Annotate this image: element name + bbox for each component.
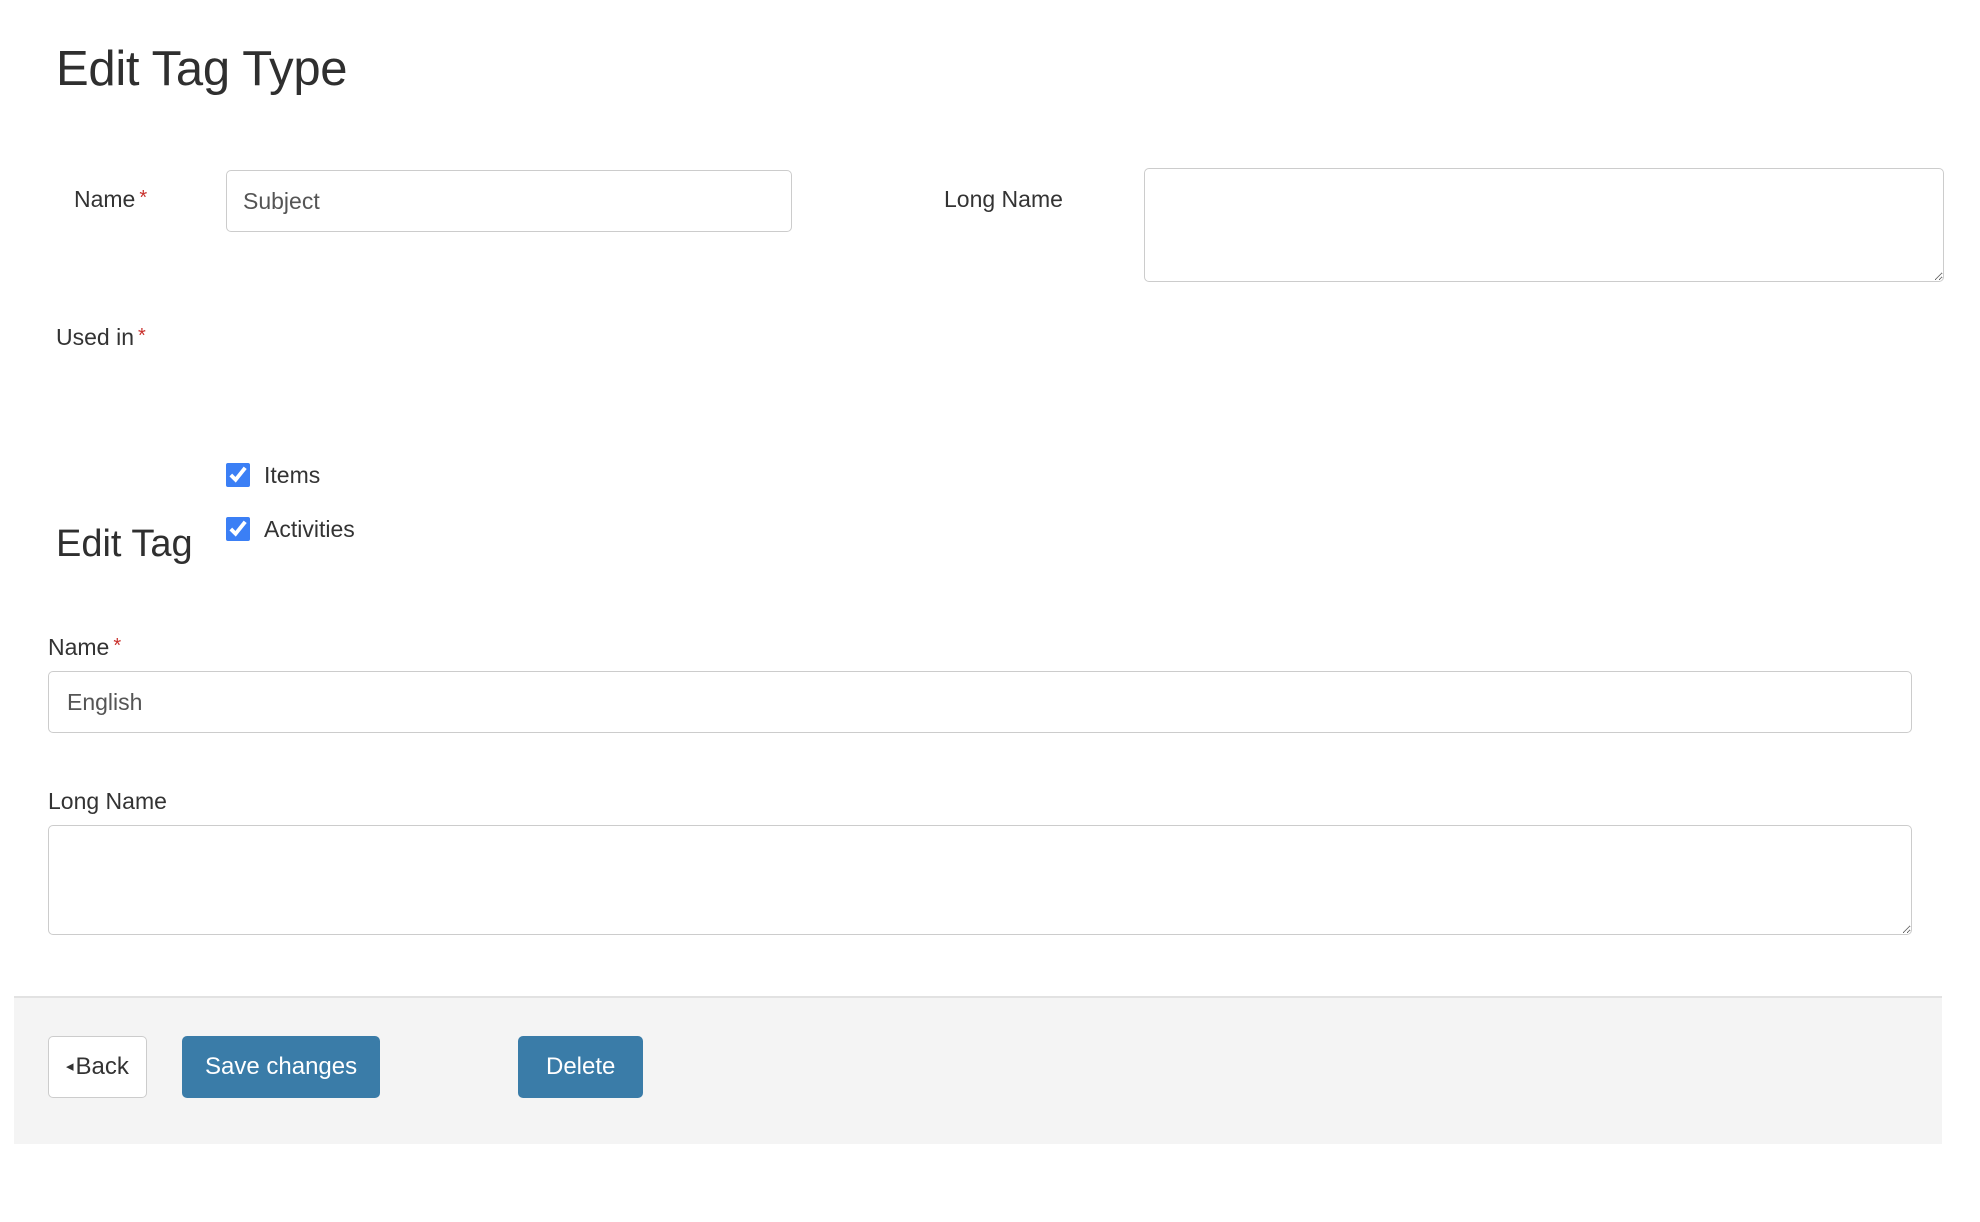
used-in-activities-label[interactable]: Activities — [264, 516, 355, 543]
used-in-label: Used in * — [56, 324, 146, 351]
used-in-checkbox-group: Items Activities — [226, 448, 355, 556]
tag-long-name-label-text: Long Name — [48, 788, 167, 814]
back-arrow-icon-bottom: ◂ — [66, 1057, 74, 1075]
edit-tag-section-title: Edit Tag — [56, 523, 193, 565]
tag-name-required-asterisk: * — [113, 635, 122, 657]
used-in-option-items[interactable]: Items — [226, 448, 355, 502]
tag-name-input[interactable] — [48, 671, 1912, 733]
footer-action-bar: ◂ Back Save changes Delete — [14, 996, 1942, 1144]
used-in-required-asterisk: * — [137, 325, 146, 347]
back-button-bottom-label: Back — [75, 1053, 129, 1080]
tag-type-name-required-asterisk: * — [139, 187, 148, 209]
tag-type-name-input[interactable] — [226, 170, 792, 232]
tag-long-name-label: Long Name — [48, 788, 1912, 815]
used-in-items-label[interactable]: Items — [264, 462, 320, 489]
used-in-option-activities[interactable]: Activities — [226, 502, 355, 556]
tag-long-name-field-block: Long Name — [48, 788, 1912, 935]
used-in-items-checkbox[interactable] — [226, 463, 250, 487]
tag-type-name-label: Name * — [74, 186, 147, 213]
page-header: Edit Tag Type ◂ Back Save Delete — [0, 0, 1980, 130]
tag-type-name-label-text: Name — [74, 186, 136, 212]
page-title: Edit Tag Type — [56, 42, 348, 96]
tag-type-long-name-label: Long Name — [944, 186, 1063, 213]
tag-name-label: Name * — [48, 634, 1912, 661]
tag-type-long-name-label-text: Long Name — [944, 186, 1063, 212]
tag-type-form: Name* Long Name Used in* Items Activitie… — [0, 130, 1980, 542]
tag-name-field-block: Name * — [48, 634, 1912, 733]
back-button-bottom[interactable]: ◂ Back — [48, 1036, 147, 1098]
tag-name-label-text: Name — [48, 634, 110, 660]
used-in-label-text: Used in — [56, 324, 134, 350]
tag-type-long-name-textarea[interactable] — [1144, 168, 1944, 282]
save-changes-button-label: Save changes — [205, 1053, 358, 1080]
delete-button-bottom[interactable]: Delete — [518, 1036, 644, 1098]
delete-button-bottom-label: Delete — [546, 1053, 616, 1080]
save-changes-button[interactable]: Save changes — [182, 1036, 381, 1098]
used-in-activities-checkbox[interactable] — [226, 517, 250, 541]
tag-long-name-textarea[interactable] — [48, 825, 1912, 935]
